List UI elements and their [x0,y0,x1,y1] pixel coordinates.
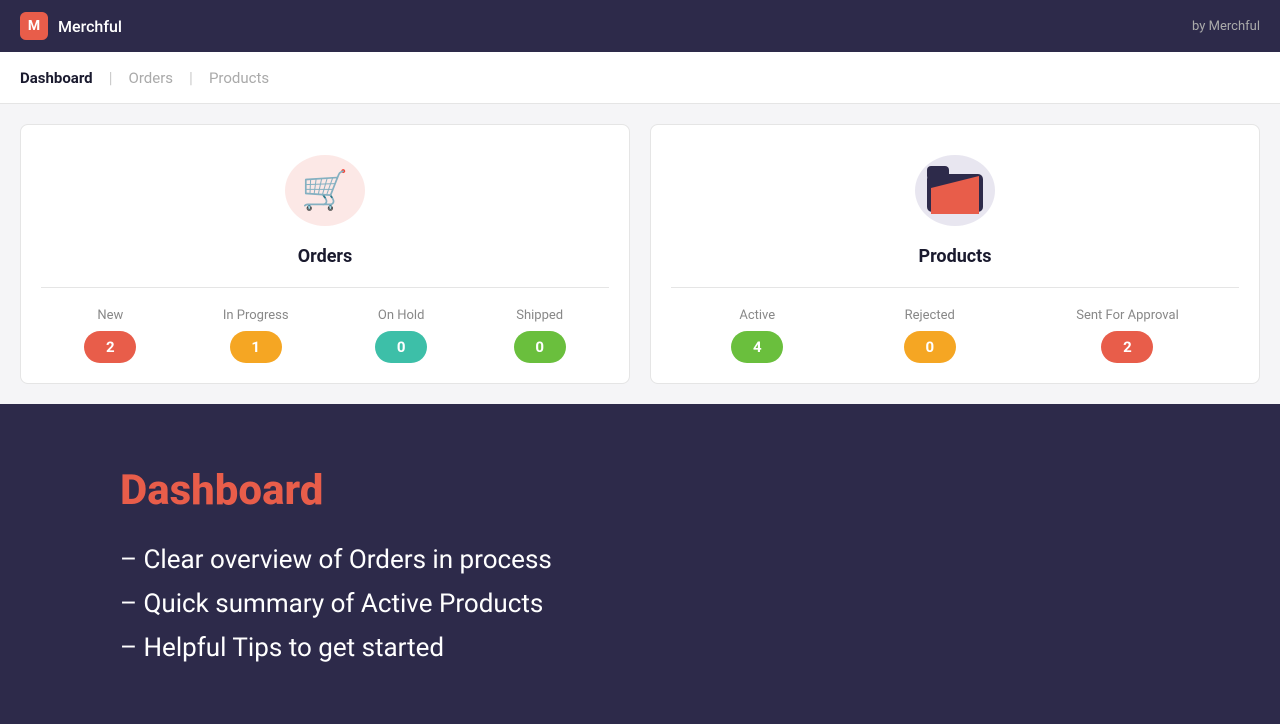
bottom-bullet-1: – Clear overview of Orders in process [120,545,1160,575]
brand-name: Merchful [58,17,122,36]
bottom-bullet-3: – Helpful Tips to get started [120,633,1160,663]
stat-new-badge: 2 [84,331,136,363]
orders-stats: New 2 In Progress 1 On Hold 0 Shipped 0 [41,308,609,363]
stat-active-badge: 4 [731,331,783,363]
stat-in-progress-badge: 1 [230,331,282,363]
stat-rejected-label: Rejected [905,308,955,323]
folder-icon [927,166,983,216]
products-stats: Active 4 Rejected 0 Sent For Approval 2 [671,308,1239,363]
breadcrumb-dashboard[interactable]: Dashboard [20,69,109,87]
bottom-title: Dashboard [120,466,1160,515]
stat-in-progress-label: In Progress [223,308,289,323]
main-content: 🛒 Orders New 2 In Progress 1 On Hold 0 S… [0,104,1280,384]
breadcrumb-orders[interactable]: Orders [113,69,190,87]
stat-rejected: Rejected 0 [904,308,956,363]
stat-active-label: Active [739,308,775,323]
orders-icon-circle: 🛒 [285,155,365,226]
orders-card-title: Orders [298,246,353,267]
stat-in-progress: In Progress 1 [223,308,289,363]
logo: M [20,12,48,40]
stat-new-label: New [97,308,123,323]
orders-divider [41,287,609,288]
stat-on-hold-label: On Hold [378,308,425,323]
orders-card: 🛒 Orders New 2 In Progress 1 On Hold 0 S… [20,124,630,384]
brand: M Merchful [20,12,122,40]
bottom-section: Dashboard – Clear overview of Orders in … [0,404,1280,724]
topbar: M Merchful by Merchful [0,0,1280,52]
stat-shipped: Shipped 0 [514,308,566,363]
stat-new: New 2 [84,308,136,363]
products-divider [671,287,1239,288]
breadcrumb-products[interactable]: Products [193,69,285,87]
bottom-list: – Clear overview of Orders in process – … [120,545,1160,663]
products-card: Products Active 4 Rejected 0 Sent For Ap… [650,124,1260,384]
stat-shipped-badge: 0 [514,331,566,363]
products-card-title: Products [918,246,991,267]
stat-active: Active 4 [731,308,783,363]
byline: by Merchful [1192,19,1260,34]
bottom-bullet-2: – Quick summary of Active Products [120,589,1160,619]
stat-sent-for-approval-badge: 2 [1101,331,1153,363]
breadcrumb: Dashboard | Orders | Products [0,52,1280,104]
stat-sent-for-approval-label: Sent For Approval [1076,308,1178,323]
cart-icon: 🛒 [301,169,348,213]
stat-rejected-badge: 0 [904,331,956,363]
stat-shipped-label: Shipped [516,308,563,323]
stat-sent-for-approval: Sent For Approval 2 [1076,308,1178,363]
stat-on-hold-badge: 0 [375,331,427,363]
products-icon-circle [915,155,995,226]
stat-on-hold: On Hold 0 [375,308,427,363]
